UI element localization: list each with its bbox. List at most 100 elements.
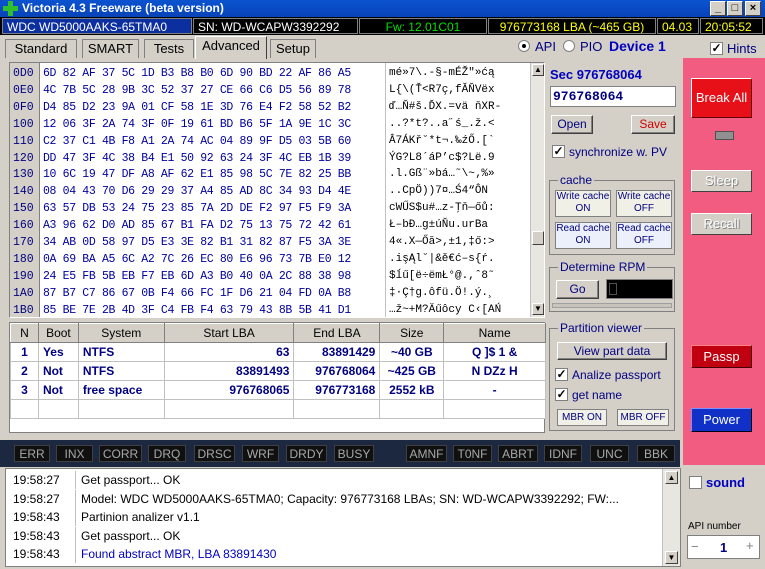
hex-ascii[interactable]: …ž~+M?Äűôcy C‹[AŃ [389,302,501,317]
get-name-checkbox[interactable]: ✓ [555,388,568,401]
power-button[interactable]: Power [691,408,752,432]
hex-bytes[interactable]: 34 AB 0D 58 97 D5 E3 3E 82 B1 31 82 87 F… [43,234,351,252]
hex-bytes[interactable]: 63 57 DB 53 24 75 23 85 7A 2D DE F2 97 F… [43,200,351,218]
column-header[interactable]: Name [443,323,546,343]
drive-info-bar: WDC WD5000AAKS-65TMA0 SN: WD-WCAPW339229… [0,17,765,35]
log-scroll-down-icon[interactable]: ▼ [665,551,678,564]
hex-bytes[interactable]: 12 06 3F 2A 74 3F 0F 19 61 BD B6 5F 1A 9… [43,116,351,134]
status-flag-unc: UNC [590,445,629,462]
hex-ascii[interactable]: ..?*t?..a˝ś_.ž.< [389,116,495,134]
table-cell: Q ]$ 1 & [443,342,546,362]
sound-label: sound [706,475,745,490]
column-header[interactable]: Size [379,323,445,343]
hex-bytes[interactable]: 87 B7 C7 86 67 0B F4 66 FC 1F D6 21 04 F… [43,285,351,303]
read-cache-off-button[interactable]: Read cache OFF [616,222,672,249]
table-row[interactable]: 2 Not NTFS 83891493 976768064 ~425 GB N DZz H [10,361,546,381]
table-cell: N DZz H [443,361,546,381]
column-header[interactable]: End LBA [293,323,381,343]
view-part-data-button[interactable]: View part data [557,342,667,360]
tab-standard[interactable]: Standard [5,39,77,58]
column-header[interactable]: System [77,323,165,343]
sync-checkbox[interactable]: ✓ [552,145,565,158]
hex-bytes[interactable]: C2 37 C1 4B F8 A1 2A 74 AC 04 89 9F D5 0… [43,133,351,151]
sector-input[interactable] [550,86,676,107]
hex-bytes[interactable]: 24 E5 FB 5B EB F7 EB 6D A3 B0 40 0A 2C 8… [43,268,351,286]
hex-bytes[interactable]: 08 04 43 70 D6 29 29 37 A4 85 AD 8C 34 9… [43,183,351,201]
write-cache-on-button[interactable]: Write cache ON [555,190,611,217]
hex-bytes[interactable]: A3 96 62 D0 AD 85 67 B1 FA D2 75 13 75 7… [43,217,351,235]
tab-setup[interactable]: Setup [270,39,316,58]
minimize-button[interactable]: _ [710,1,726,16]
hex-ascii[interactable]: mé»7\.-§-mÉŽ"»ćą [389,65,495,83]
hex-ascii[interactable]: .l.Gß¨»bá…˜\~‚%» [389,166,495,184]
hex-ascii[interactable]: Ł–bĐ­…g±úŇu.urBa [389,217,488,235]
hex-ascii[interactable]: ‡·Ç†g.ôfü.Ö!.ý.¸ [389,285,495,303]
read-cache-on-button[interactable]: Read cache ON [555,222,611,249]
hex-ascii[interactable]: 4«.X—Őă>‚±1‚‡ő:> [389,234,495,252]
status-flag-idnf: IDNF [544,445,582,462]
column-header[interactable]: Start LBA [163,323,295,343]
partition-viewer-title: Partition viewer [558,321,645,335]
hex-bytes[interactable]: 10 6C 19 47 DF A8 AF 62 E1 85 98 5C 7E 8… [43,166,351,184]
open-button[interactable]: Open [551,115,593,134]
hex-bytes[interactable]: DD 47 3F 4C 38 B4 E1 50 92 63 24 3F 4C E… [43,150,351,168]
hex-ascii[interactable]: ď…Ň#š.ĎX.=vä ňXR- [389,99,501,117]
device-label[interactable]: Device 1 [609,38,666,54]
scroll-up-icon[interactable]: ▲ [532,64,544,76]
hex-bytes[interactable]: 0A 69 BA A5 6C A2 7C 26 EC 80 E6 96 73 7… [43,251,351,269]
mbr-off-button[interactable]: MBR OFF [617,409,669,426]
log-message: Partinion analizer v1.1 [81,510,200,524]
hex-address: 0D0 [13,67,34,80]
status-flag-busy: BUSY [334,445,374,462]
column-header[interactable]: Boot [37,323,79,343]
hex-ascii[interactable]: cWŰS$u#…z-Ţň—őů: [389,200,495,218]
tab-tests[interactable]: Tests [144,39,194,58]
decrement-icon[interactable]: − [691,539,699,554]
scroll-down-icon[interactable]: ▼ [532,303,544,315]
hex-ascii[interactable]: .işĄl˘|&ě€ć–s{ŕ. [389,251,495,269]
hex-ascii[interactable]: ..CpÖ))7¤…­Ś4“ÔN [389,183,488,201]
hex-editor[interactable]: ▲ ▼ 0D0 6D 82 AF 37 5C 1D B3 B8 B0 6D 90 … [9,62,545,318]
passp-button[interactable]: Passp [691,345,752,368]
rpm-go-button[interactable]: Go [556,280,599,299]
mbr-on-button[interactable]: MBR ON [557,409,607,426]
hex-bytes[interactable]: 85 BE 7E 2B 4D 3F C4 FB F4 63 79 43 8B 5… [43,302,351,317]
hex-ascii[interactable]: Â7ÁKř˘*t¬.‰źŐ.[` [389,133,495,151]
table-cell: Not [37,361,79,381]
hex-bytes[interactable]: 6D 82 AF 37 5C 1D B3 B8 B0 6D 90 BD 22 A… [43,65,351,83]
table-row[interactable] [10,399,546,419]
analize-passport-checkbox[interactable]: ✓ [555,368,568,381]
api-radio[interactable] [518,40,530,52]
api-number-stepper[interactable]: − 1 + [687,535,760,559]
log-entry: 19:58:27 Get passport... OK [9,471,659,489]
recall-button[interactable]: Recall [691,213,752,235]
maximize-button[interactable]: □ [727,1,743,16]
log-scrollbar[interactable]: ▲ ▼ [662,469,680,566]
sound-checkbox[interactable] [689,476,702,489]
table-row[interactable]: 3 Not free space 976768065 976773168 2552 kB - [10,380,546,400]
hex-scrollbar[interactable]: ▲ ▼ [530,63,544,317]
table-row[interactable]: 1 Yes NTFS 63 83891429 ~40 GB Q ]$ 1 & [10,342,546,362]
save-button[interactable]: Save [631,115,675,134]
increment-icon[interactable]: + [746,538,754,553]
hex-address: 170 [13,236,34,249]
hex-address: 180 [13,252,34,266]
column-header[interactable]: N [10,323,39,343]
table-cell: 63 [163,342,295,362]
break-all-button[interactable]: Break All [691,78,752,118]
hex-bytes[interactable]: D4 85 D2 23 9A 01 CF 58 1E 3D 76 E4 F2 5… [43,99,351,117]
sleep-button[interactable]: Sleep [691,170,752,192]
tab-smart[interactable]: SMART [82,39,139,58]
tab-advanced[interactable]: Advanced [195,36,267,59]
close-button[interactable]: × [745,1,761,16]
hex-ascii[interactable]: ÝG?L8´áP’c$?Lë.9 [389,150,495,168]
log-scroll-up-icon[interactable]: ▲ [665,471,678,484]
scroll-thumb[interactable] [532,231,544,245]
hex-bytes[interactable]: 4C 7B 5C 28 9B 3C 52 37 27 CE 66 C6 D5 5… [43,82,351,100]
partition-table[interactable]: N Boot System Start LBA End LBA Size Name 1 Yes… [9,322,546,433]
hints-checkbox[interactable]: ✓ [710,42,723,55]
pio-radio[interactable] [563,40,575,52]
hex-ascii[interactable]: $ĺű[ë÷ëmŁ°@.,ˆ8˜ [389,268,495,286]
hex-ascii[interactable]: L{\(Ť<R7ç,fĂŇVëx [389,82,495,100]
write-cache-off-button[interactable]: Write cache OFF [616,190,672,217]
